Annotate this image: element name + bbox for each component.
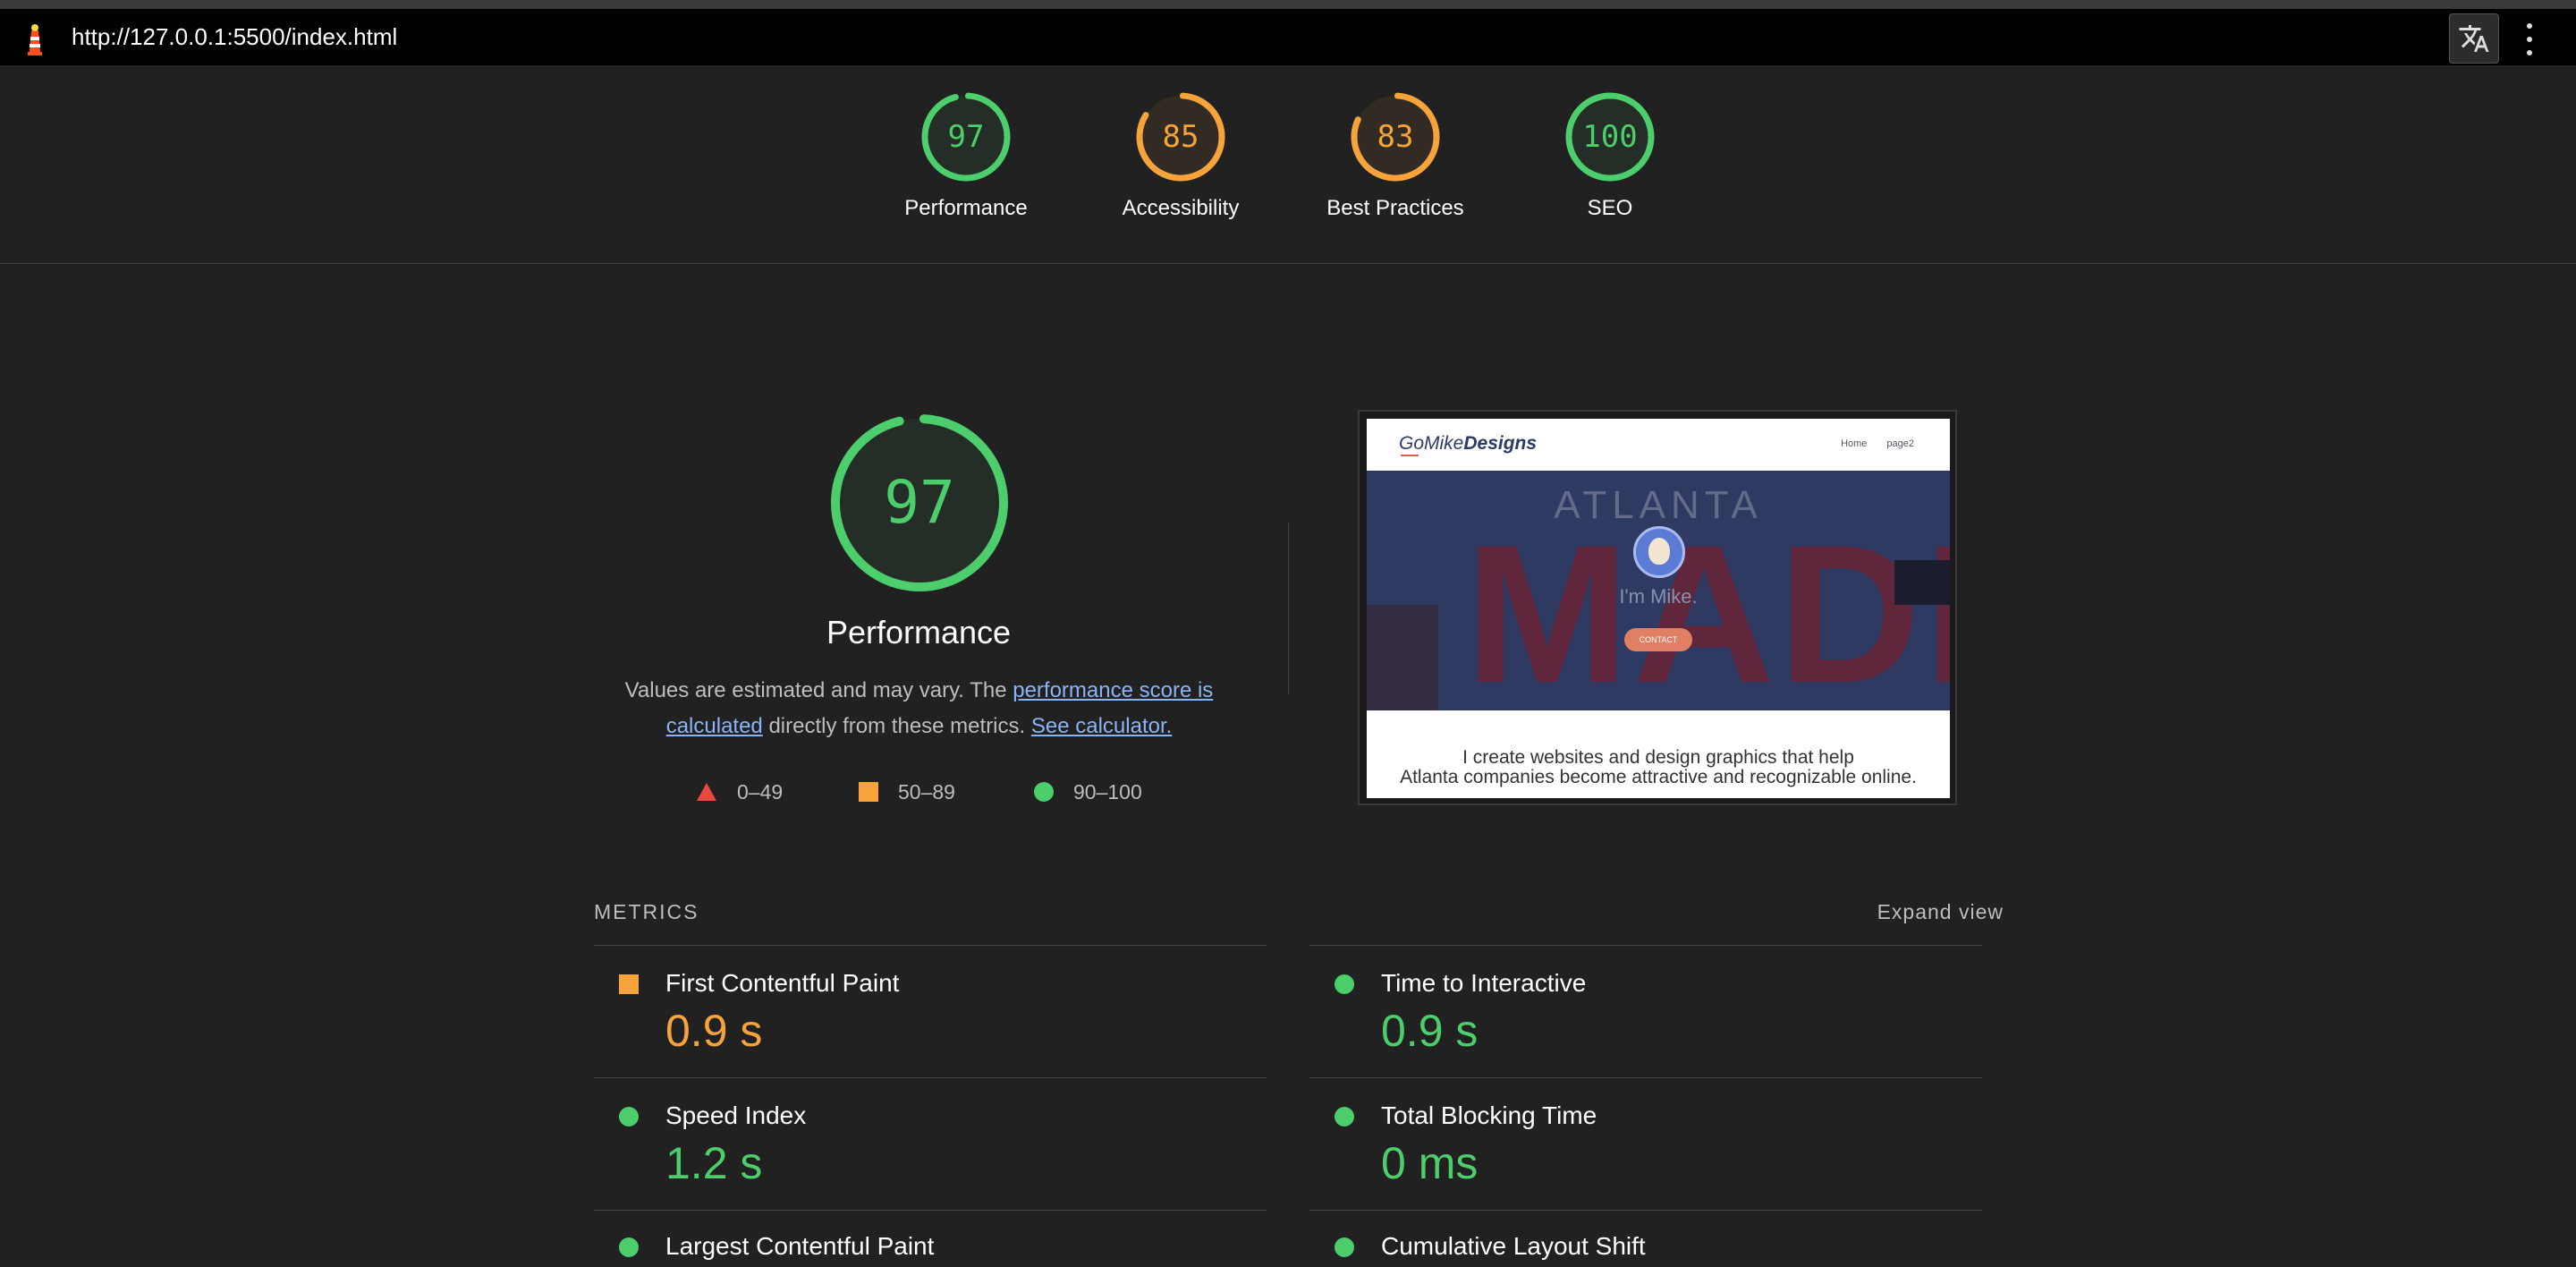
- final-screenshot[interactable]: GoMikeDesigns Home page2 ATLANTA MADE I'm…: [1358, 410, 1957, 805]
- scale-average: 50–89: [859, 778, 955, 805]
- gauge-label: Performance: [904, 196, 1028, 220]
- nav-page2: page2: [1886, 438, 1914, 449]
- performance-score: 97: [884, 468, 954, 537]
- contact-button: CONTACT: [1624, 628, 1692, 651]
- performance-description: Values are estimated and may vary. The p…: [608, 673, 1230, 744]
- metric-largest-contentful-paint: Largest Contentful Paint: [594, 1210, 1267, 1267]
- dot-icon: [2527, 23, 2532, 29]
- scale-fail-label: 0–49: [737, 779, 784, 804]
- gauge-score: 97: [948, 119, 985, 155]
- pass-circle-icon: [619, 1107, 639, 1127]
- screenshot-hero: ATLANTA MADE I'm Mike. CONTACT: [1367, 471, 1950, 710]
- url-bar: http://127.0.0.1:5500/index.html: [0, 0, 2576, 65]
- metric-name: Total Blocking Time: [1381, 1101, 1597, 1129]
- scale-fail: 0–49: [696, 778, 783, 805]
- screenshot-tagline: I create websites and design graphics th…: [1367, 748, 1950, 787]
- metric-value: 1.2 s: [665, 1138, 763, 1188]
- logo-bold: Designs: [1463, 433, 1538, 454]
- translate-button[interactable]: [2449, 13, 2499, 64]
- pass-circle-icon: [1335, 1237, 1354, 1257]
- performance-gauge-large: 97: [831, 414, 1008, 591]
- hero-made: MADE: [1465, 504, 1950, 710]
- gauge-performance[interactable]: 97 Performance: [877, 92, 1055, 221]
- scale-pass: 90–100: [1034, 778, 1142, 805]
- hero-shadow: [1367, 605, 1438, 710]
- square-icon: [859, 782, 878, 802]
- average-square-icon: [619, 974, 639, 994]
- gauge-score: 100: [1582, 119, 1637, 155]
- gauge-ring: 85: [1136, 92, 1225, 182]
- metric-name: First Contentful Paint: [665, 969, 900, 997]
- metric-value: 0 ms: [1381, 1138, 1479, 1188]
- screenshot-logo: GoMikeDesigns: [1399, 433, 1538, 456]
- metric-time-to-interactive: Time to Interactive 0.9 s: [1309, 945, 1982, 1077]
- triangle-icon: [697, 783, 716, 801]
- dot-icon: [2527, 37, 2532, 42]
- nav-home: Home: [1841, 438, 1868, 449]
- score-header: 97 Performance 85 Accessibility 83 Best …: [0, 65, 2576, 264]
- screenshot-nav: GoMikeDesigns Home page2: [1367, 419, 1950, 471]
- hero-greeting: I'm Mike.: [1619, 585, 1698, 608]
- gauge-ring: 97: [921, 92, 1011, 182]
- avatar: [1633, 526, 1685, 578]
- gauge-ring: 100: [1565, 92, 1655, 182]
- metric-name: Cumulative Layout Shift: [1381, 1232, 1646, 1260]
- translate-icon: [2459, 25, 2489, 52]
- gauge-label: SEO: [1587, 196, 1633, 220]
- metric-name: Speed Index: [665, 1101, 807, 1129]
- screenshot-links: Home page2: [1821, 438, 1914, 449]
- tagline-line: I create websites and design graphics th…: [1462, 747, 1854, 768]
- logo-light: GoMike: [1399, 433, 1464, 454]
- gauge-accessibility[interactable]: 85 Accessibility: [1091, 92, 1270, 221]
- metric-cumulative-layout-shift: Cumulative Layout Shift: [1309, 1210, 1982, 1267]
- metric-total-blocking-time: Total Blocking Time 0 ms: [1309, 1077, 1982, 1210]
- metric-value: 0.9 s: [1381, 1006, 1479, 1056]
- metrics-title: METRICS: [594, 900, 699, 923]
- scale-average-label: 50–89: [898, 779, 955, 804]
- gauge-ring: 83: [1351, 92, 1440, 182]
- tagline-line: Atlanta companies become attractive and …: [1400, 767, 1917, 787]
- gauge-seo[interactable]: 100 SEO: [1521, 92, 1699, 221]
- gauge-score: 85: [1163, 119, 1199, 155]
- pass-circle-icon: [1335, 1107, 1354, 1127]
- divider: [1288, 523, 1289, 694]
- logo-underline: [1401, 455, 1419, 456]
- gauge-label: Best Practices: [1326, 196, 1464, 220]
- metric-name: Time to Interactive: [1381, 969, 1587, 997]
- more-options-button[interactable]: [2521, 20, 2538, 59]
- desc-text: directly from these metrics.: [762, 714, 1031, 738]
- desc-text: Values are estimated and may vary. The: [624, 678, 1013, 702]
- expand-view-button[interactable]: Expand view: [1807, 900, 2004, 924]
- metric-speed-index: Speed Index 1.2 s: [594, 1077, 1267, 1210]
- metric-value: 0.9 s: [665, 1006, 763, 1056]
- circle-icon: [1034, 782, 1054, 802]
- scale-pass-label: 90–100: [1073, 779, 1142, 804]
- dot-icon: [2527, 50, 2532, 55]
- metric-name: Largest Contentful Paint: [665, 1232, 935, 1260]
- pass-circle-icon: [1335, 974, 1354, 994]
- lighthouse-logo-icon: [21, 21, 48, 57]
- report-url: http://127.0.0.1:5500/index.html: [72, 23, 398, 50]
- gauge-label: Accessibility: [1122, 196, 1240, 220]
- performance-title: Performance: [826, 614, 1012, 651]
- gauge-best-practices[interactable]: 83 Best Practices: [1306, 92, 1485, 221]
- gauge-score: 83: [1377, 119, 1414, 155]
- pass-circle-icon: [619, 1237, 639, 1257]
- screenshot-page: GoMikeDesigns Home page2 ATLANTA MADE I'm…: [1367, 419, 1950, 798]
- see-calculator-link[interactable]: See calculator.: [1031, 714, 1172, 738]
- metric-first-contentful-paint: First Contentful Paint 0.9 s: [594, 945, 1267, 1077]
